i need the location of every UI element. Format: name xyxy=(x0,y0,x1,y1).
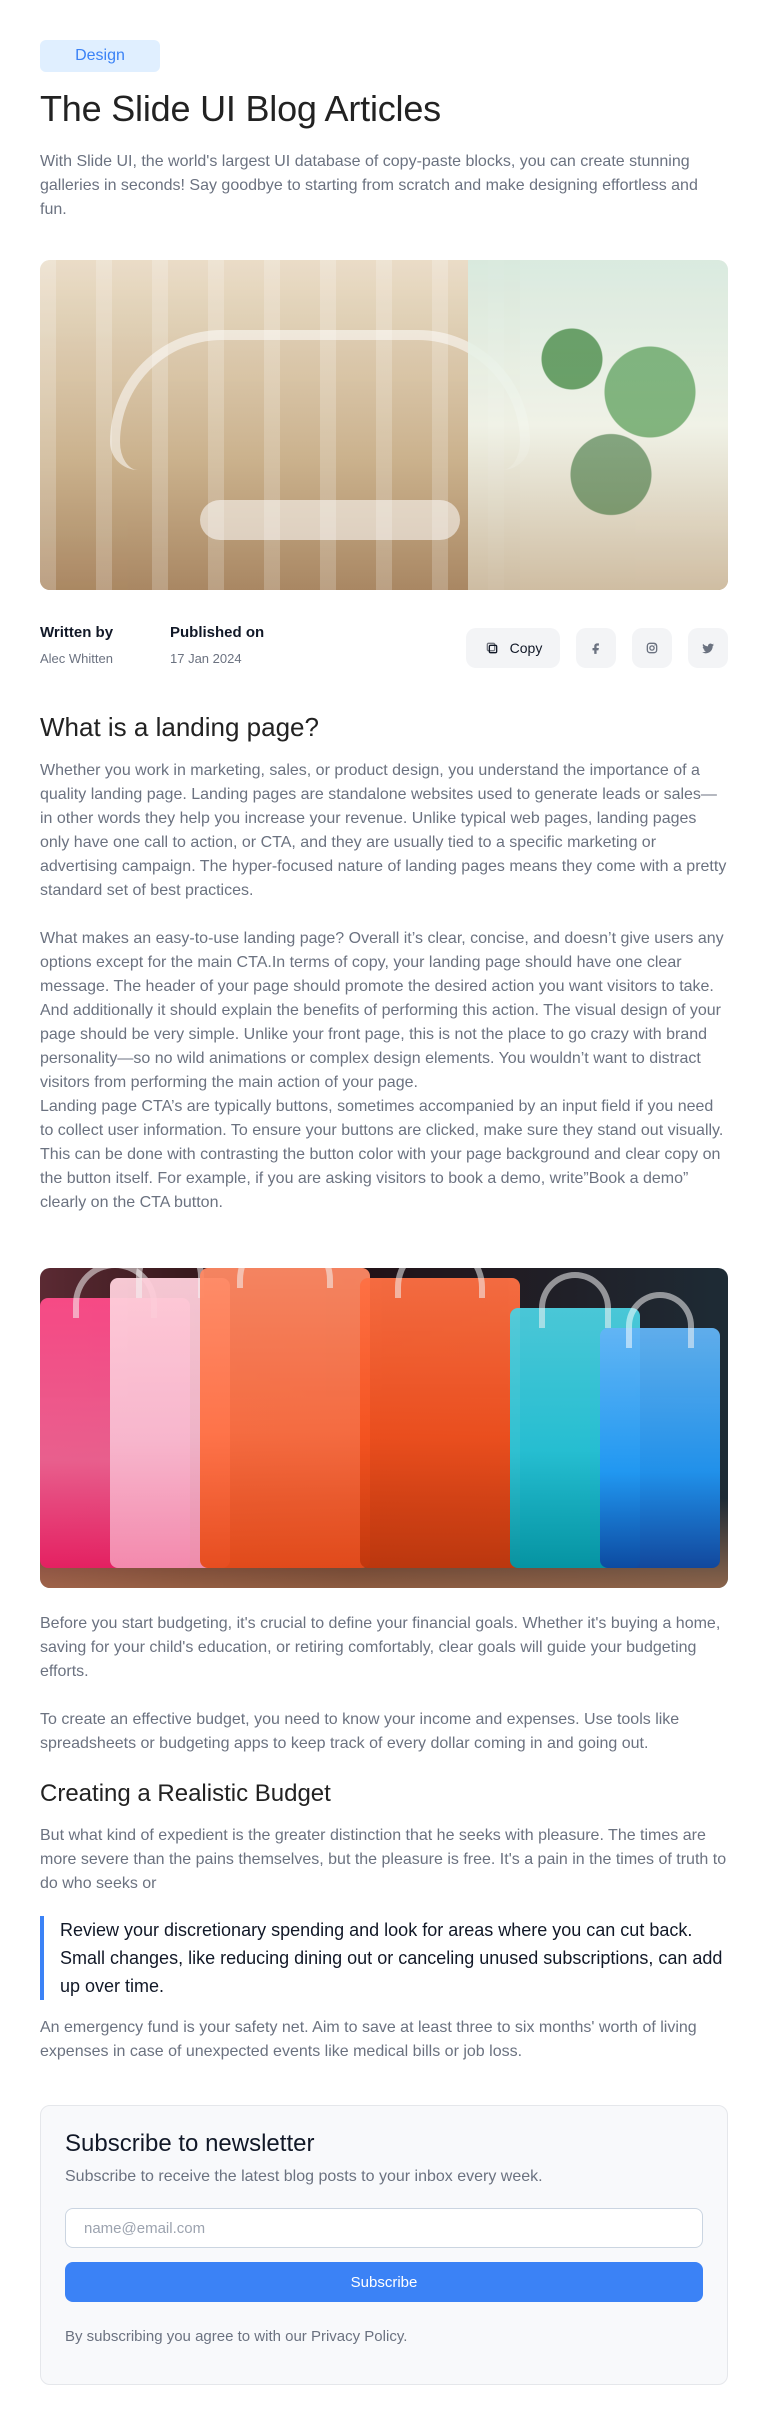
budget-paragraph-1: Before you start budgeting, it's crucial… xyxy=(40,1615,721,1680)
written-by: Written by Alec Whitten xyxy=(40,624,113,666)
twitter-share-button[interactable] xyxy=(688,628,728,668)
instagram-icon xyxy=(644,640,660,656)
copy-button[interactable]: Copy xyxy=(466,628,560,668)
newsletter-subtitle: Subscribe to receive the latest blog pos… xyxy=(65,2168,543,2185)
landing-heading: What is a landing page? xyxy=(40,712,319,742)
landing-paragraph-1: Whether you work in marketing, sales, or… xyxy=(40,762,727,899)
email-placeholder: name@email.com xyxy=(84,2219,206,2237)
facebook-icon xyxy=(589,641,603,655)
hero-plants xyxy=(468,260,728,590)
subscribe-button[interactable]: Subscribe xyxy=(65,2262,703,2302)
email-field[interactable]: name@email.com xyxy=(65,2208,703,2248)
bags-image xyxy=(40,1268,728,1588)
newsletter-title: Subscribe to newsletter xyxy=(65,2130,315,2157)
bag-3 xyxy=(200,1268,370,1568)
pull-quote-text: Review your discretionary spending and l… xyxy=(60,1920,723,1996)
facebook-share-button[interactable] xyxy=(576,628,616,668)
bag-handle xyxy=(395,1268,485,1298)
written-by-label: Written by xyxy=(40,624,114,641)
landing-paragraph-2: What makes an easy-to-use landing page? … xyxy=(40,930,724,1091)
bag-handle xyxy=(237,1268,333,1288)
pull-quote: Review your discretionary spending and l… xyxy=(40,1916,728,2000)
published-on-label: Published on xyxy=(170,624,265,641)
bag-6 xyxy=(600,1292,720,1568)
twitter-icon xyxy=(700,640,716,656)
landing-paragraph-3: Landing page CTA’s are typically buttons… xyxy=(40,1098,724,1211)
bag-handle xyxy=(626,1292,694,1348)
hero-table xyxy=(200,500,460,540)
copy-label: Copy xyxy=(509,640,543,656)
category-badge: Design xyxy=(40,40,160,72)
hero-image xyxy=(40,260,728,590)
budget-paragraph-2: To create an effective budget, you need … xyxy=(40,1711,680,1752)
instagram-share-button[interactable] xyxy=(632,628,672,668)
budget-paragraph-4: An emergency fund is your safety net. Ai… xyxy=(40,2019,697,2060)
bag-4 xyxy=(360,1268,520,1568)
category-badge-label: Design xyxy=(75,47,125,64)
subscribe-label: Subscribe xyxy=(350,2273,418,2291)
landing-section: What is a landing page? Whether you work… xyxy=(40,712,728,1215)
article-meta: Written by Alec Whitten Published on 17 … xyxy=(40,624,728,674)
newsletter-legal: By subscribing you agree to with our Pri… xyxy=(65,2328,408,2345)
written-by-value: Alec Whitten xyxy=(40,651,113,666)
hero-balcony xyxy=(110,330,530,470)
bag-handle xyxy=(538,1272,612,1328)
copy-icon xyxy=(484,640,500,656)
budget-section: Before you start budgeting, it's crucial… xyxy=(40,1612,728,2064)
page-lead: With Slide UI, the world's largest UI da… xyxy=(40,153,698,218)
newsletter-card: Subscribe to newsletter Subscribe to rec… xyxy=(40,2105,728,2385)
budget-heading: Creating a Realistic Budget xyxy=(40,1780,331,1807)
published-on: Published on 17 Jan 2024 xyxy=(170,624,264,666)
bag-handle xyxy=(136,1268,204,1298)
share-actions: Copy xyxy=(466,628,728,668)
budget-paragraph-3: But what kind of expedient is the greate… xyxy=(40,1827,727,1892)
published-on-value: 17 Jan 2024 xyxy=(170,651,242,666)
page-title: The Slide UI Blog Articles xyxy=(40,88,441,129)
